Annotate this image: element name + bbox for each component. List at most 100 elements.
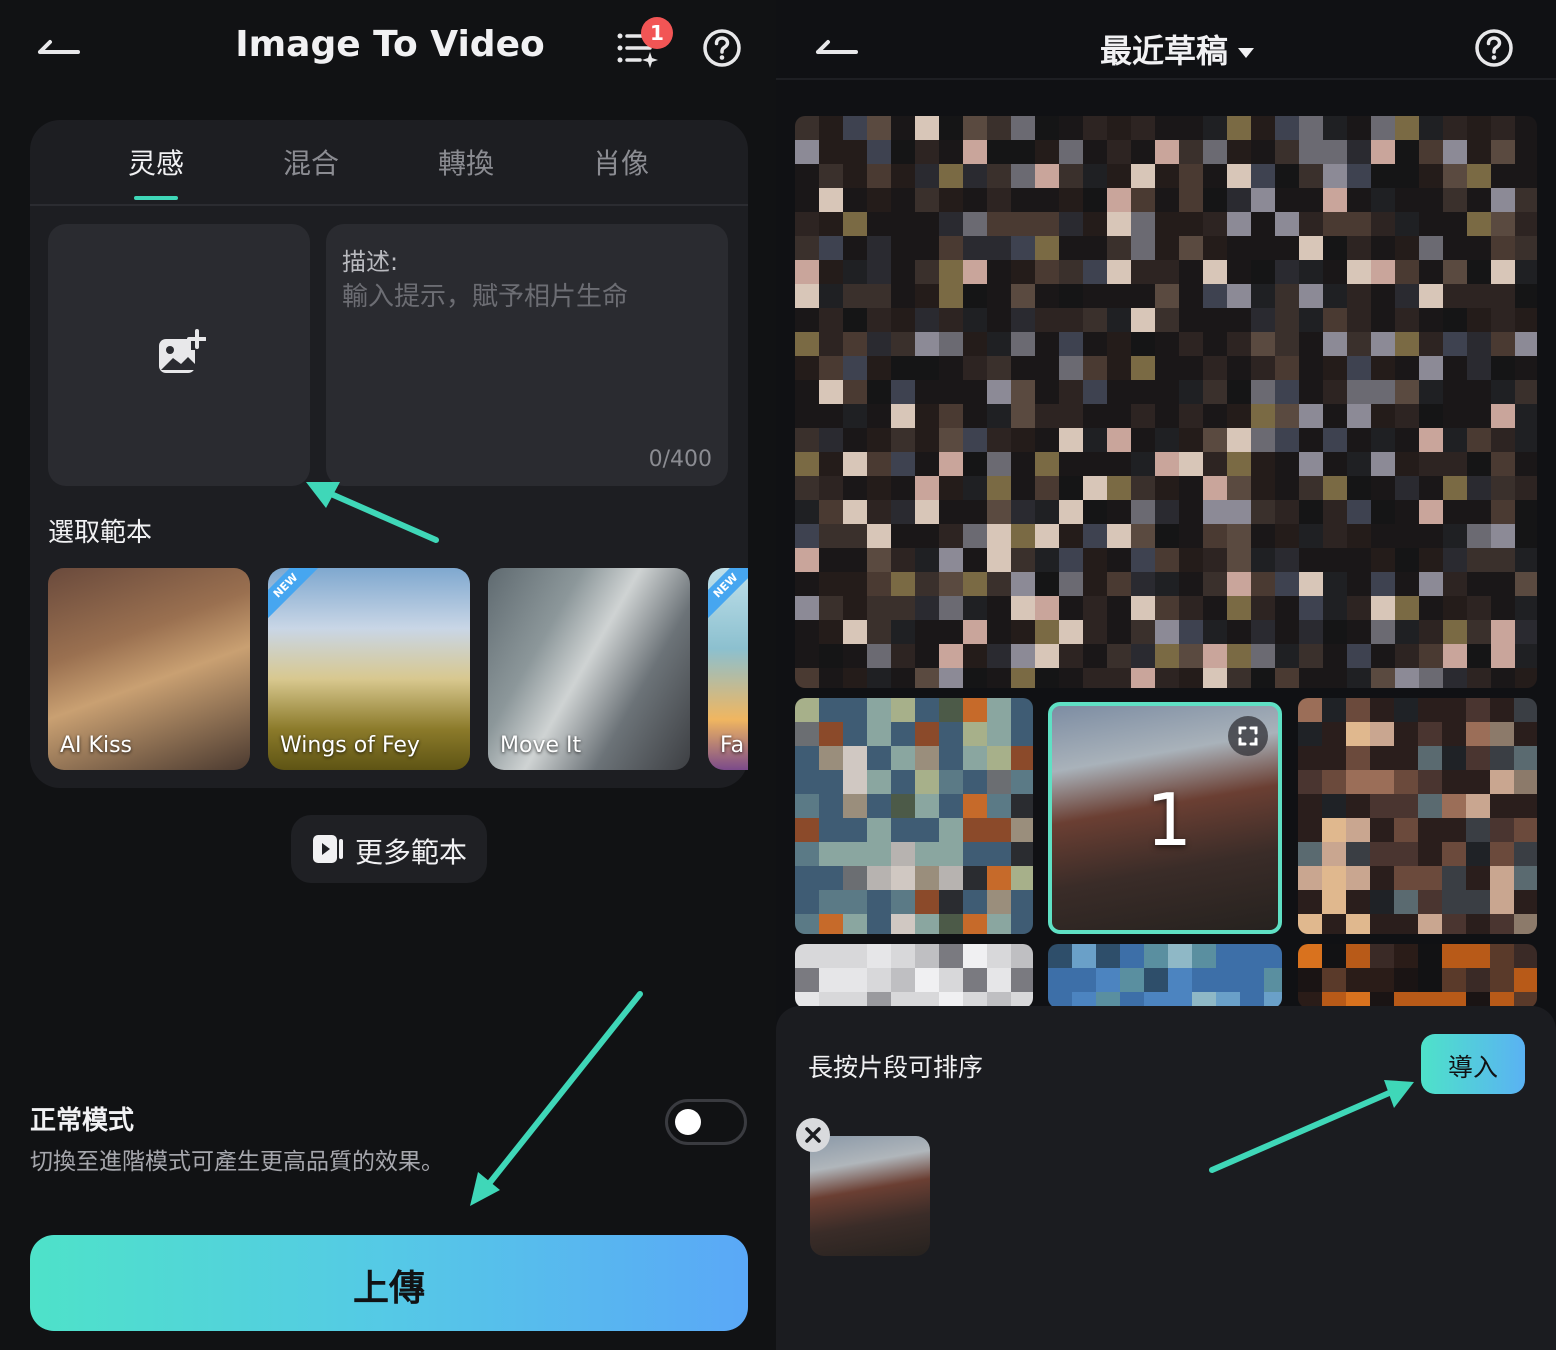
back-arrow-icon[interactable] — [812, 28, 872, 68]
tab-transform[interactable]: 轉換 — [406, 142, 526, 182]
pixel-block — [867, 332, 891, 356]
pixel-block — [963, 746, 987, 770]
tab-mix[interactable]: 混合 — [251, 142, 371, 182]
pixel-block — [1394, 944, 1418, 968]
gallery-item[interactable] — [795, 698, 1033, 934]
pixel-block — [1227, 332, 1251, 356]
pixel-block — [819, 332, 843, 356]
pixel-block — [939, 596, 963, 620]
pixel-block — [1490, 890, 1514, 914]
pixel-block — [939, 188, 963, 212]
upload-button[interactable]: 上傳 — [30, 1235, 748, 1331]
template-card-move-it[interactable]: Move It — [488, 568, 690, 770]
close-icon[interactable] — [796, 1118, 830, 1152]
pixel-block — [1515, 332, 1537, 356]
pixel-block — [1275, 428, 1299, 452]
pixel-block — [939, 572, 963, 596]
pixel-block — [1227, 428, 1251, 452]
template-card-ai-kiss[interactable]: AI Kiss — [48, 568, 250, 770]
pixel-block — [1155, 332, 1179, 356]
pixel-block — [819, 596, 843, 620]
template-carousel[interactable]: AI Kiss NEW Wings of Fey Move It NEW Fa — [48, 568, 748, 770]
pixelated-thumbnail — [795, 944, 1033, 1008]
pixel-block — [915, 116, 939, 140]
pixel-block — [1168, 968, 1192, 992]
pixel-block — [1370, 698, 1394, 722]
pixel-block — [1346, 794, 1370, 818]
gallery-item[interactable] — [795, 944, 1033, 1008]
pixel-block — [1442, 698, 1466, 722]
pixel-block — [1059, 140, 1083, 164]
pixel-block — [915, 818, 939, 842]
advanced-mode-toggle[interactable] — [665, 1099, 747, 1145]
pixel-block — [987, 668, 1011, 688]
tab-portrait[interactable]: 肖像 — [561, 142, 681, 182]
pixel-block — [843, 866, 867, 890]
pixel-block — [1203, 500, 1227, 524]
prompt-input[interactable] — [342, 282, 712, 312]
pixel-block — [1323, 236, 1347, 260]
pixel-block — [987, 212, 1011, 236]
pixel-block — [891, 644, 915, 668]
pixel-block — [939, 644, 963, 668]
pixel-block — [963, 164, 987, 188]
gallery-item[interactable] — [1298, 944, 1537, 1008]
pixel-block — [1323, 212, 1347, 236]
help-icon[interactable] — [702, 28, 742, 68]
pixel-block — [1203, 284, 1227, 308]
pixel-block — [819, 212, 843, 236]
pixel-block — [1515, 524, 1537, 548]
pixel-block — [891, 428, 915, 452]
gallery-item[interactable] — [1048, 944, 1282, 1008]
pixel-block — [939, 140, 963, 164]
pixel-block — [1131, 668, 1155, 688]
new-badge: NEW — [268, 568, 322, 622]
album-selector[interactable]: 最近草稿 — [1100, 26, 1255, 72]
template-card-wings-of-fey[interactable]: NEW Wings of Fey — [268, 568, 470, 770]
pixel-block — [939, 524, 963, 548]
tab-inspiration[interactable]: 灵感 — [96, 142, 216, 182]
pixel-block — [1467, 524, 1491, 548]
back-arrow-icon[interactable] — [34, 28, 94, 68]
pixel-block — [867, 596, 891, 620]
pixel-block — [1491, 164, 1515, 188]
pixel-block — [1490, 698, 1514, 722]
import-button[interactable]: 導入 — [1421, 1034, 1525, 1094]
pixel-block — [1491, 428, 1515, 452]
expand-icon[interactable] — [1228, 716, 1268, 756]
help-icon[interactable] — [1474, 28, 1514, 68]
pixel-block — [1083, 644, 1107, 668]
pixel-block — [1323, 308, 1347, 332]
selected-clip-thumbnail[interactable] — [810, 1136, 930, 1256]
pixel-block — [987, 866, 1011, 890]
pixel-block — [1395, 548, 1419, 572]
pixel-block — [1467, 428, 1491, 452]
pixel-block — [1443, 620, 1467, 644]
pixel-block — [1275, 236, 1299, 260]
pixel-block — [843, 356, 867, 380]
pixel-block — [1035, 380, 1059, 404]
pixel-block — [843, 746, 867, 770]
pixel-block — [891, 524, 915, 548]
pixel-block — [1131, 404, 1155, 428]
pixel-block — [987, 620, 1011, 644]
more-templates-button[interactable]: 更多範本 — [291, 815, 487, 883]
pixel-block — [1179, 116, 1203, 140]
gallery-item-selected[interactable]: 1 — [1048, 702, 1282, 934]
pixel-block — [1346, 842, 1370, 866]
pixel-block — [963, 794, 987, 818]
pixel-block — [963, 644, 987, 668]
image-upload-box[interactable] — [48, 224, 310, 486]
gallery-item[interactable] — [1298, 698, 1537, 934]
template-card-partial[interactable]: NEW Fa — [708, 568, 748, 770]
pixel-block — [1131, 548, 1155, 572]
pixel-block — [1131, 524, 1155, 548]
pixel-block — [963, 260, 987, 284]
pixel-block — [819, 452, 843, 476]
new-badge: NEW — [708, 568, 748, 622]
gallery-item[interactable] — [795, 116, 1537, 688]
pixel-block — [891, 968, 915, 992]
pixel-block — [987, 140, 1011, 164]
pixel-block — [1179, 236, 1203, 260]
pixel-block — [1395, 620, 1419, 644]
